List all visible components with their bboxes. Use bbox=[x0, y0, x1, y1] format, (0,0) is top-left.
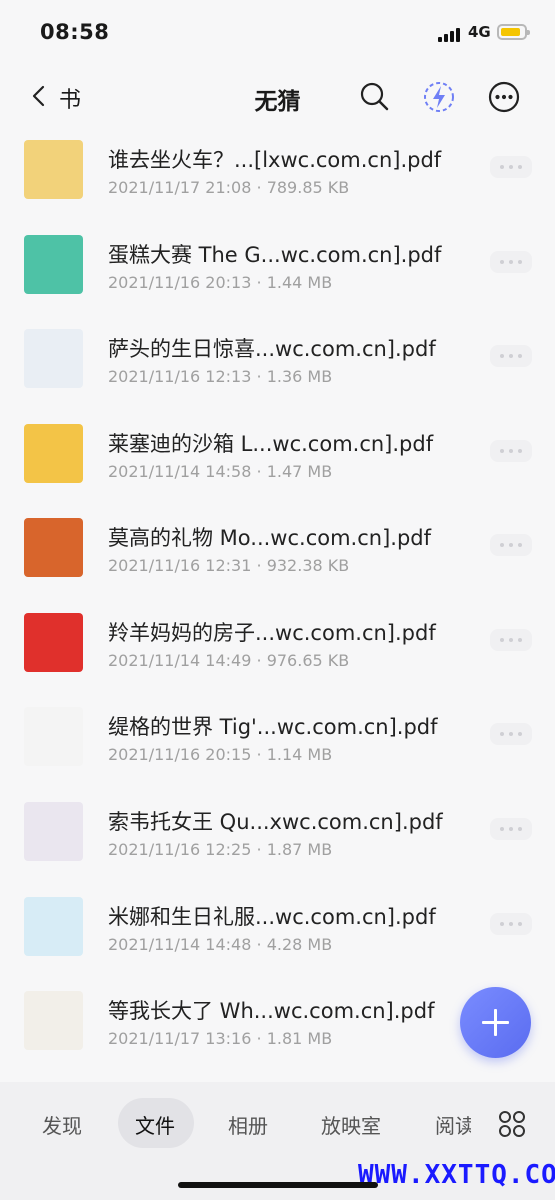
file-date: 2021/11/17 21:08 bbox=[108, 178, 252, 197]
file-name: 等我长大了 Wh...wc.com.cn].pdf bbox=[108, 999, 435, 1023]
file-meta: 2021/11/16 20:13 · 1.44 MB bbox=[108, 273, 332, 292]
file-name: 谁去坐火车？...[lxwc.com.cn].pdf bbox=[108, 148, 442, 172]
more-dots-icon[interactable] bbox=[490, 534, 532, 556]
file-thumbnail bbox=[24, 235, 83, 294]
file-name: 米娜和生日礼服...wc.com.cn].pdf bbox=[108, 905, 436, 929]
file-date: 2021/11/14 14:48 bbox=[108, 935, 252, 954]
tab-discover[interactable]: 发现 bbox=[42, 1110, 82, 1139]
list-item[interactable]: 萨头的生日惊喜...wc.com.cn].pdf 2021/11/16 12:1… bbox=[0, 323, 555, 417]
signal-icon bbox=[438, 26, 464, 42]
file-size: 789.85 KB bbox=[266, 178, 350, 197]
file-size: 4.28 MB bbox=[266, 935, 333, 954]
file-date: 2021/11/16 20:15 bbox=[108, 745, 252, 764]
meta-separator: · bbox=[251, 1029, 267, 1048]
file-size: 1.36 MB bbox=[266, 367, 333, 386]
tab-screening-room[interactable]: 放映室 bbox=[321, 1110, 381, 1139]
list-item[interactable]: 蛋糕大赛 The G...wc.com.cn].pdf 2021/11/16 2… bbox=[0, 229, 555, 323]
file-thumbnail bbox=[24, 802, 83, 861]
watermark: WWW.XXTTQ.COM bbox=[358, 1160, 555, 1190]
file-date: 2021/11/16 12:13 bbox=[108, 367, 252, 386]
network-type: 4G bbox=[468, 23, 491, 41]
file-size: 932.38 KB bbox=[266, 556, 350, 575]
status-time: 08:58 bbox=[40, 20, 110, 44]
list-item[interactable]: 莫高的礼物 Mo...wc.com.cn].pdf 2021/11/16 12:… bbox=[0, 512, 555, 606]
file-thumbnail bbox=[24, 140, 83, 199]
file-date: 2021/11/14 14:58 bbox=[108, 462, 252, 481]
add-button[interactable] bbox=[460, 987, 531, 1058]
file-thumbnail bbox=[24, 707, 83, 766]
more-dots-icon[interactable] bbox=[490, 629, 532, 651]
file-thumbnail bbox=[24, 518, 83, 577]
file-size: 1.87 MB bbox=[266, 840, 333, 859]
file-date: 2021/11/16 20:13 bbox=[108, 273, 252, 292]
meta-separator: · bbox=[251, 367, 267, 386]
list-item[interactable]: 缇格的世界 Tig'...wc.com.cn].pdf 2021/11/16 2… bbox=[0, 701, 555, 795]
file-meta: 2021/11/17 13:16 · 1.81 MB bbox=[108, 1029, 332, 1048]
meta-separator: · bbox=[251, 935, 267, 954]
tab-album[interactable]: 相册 bbox=[228, 1110, 268, 1139]
file-thumbnail bbox=[24, 424, 83, 483]
file-meta: 2021/11/17 21:08 · 789.85 KB bbox=[108, 178, 349, 197]
file-date: 2021/11/16 12:31 bbox=[108, 556, 252, 575]
file-meta: 2021/11/14 14:49 · 976.65 KB bbox=[108, 651, 349, 670]
home-indicator[interactable] bbox=[178, 1182, 378, 1188]
more-dots-icon[interactable] bbox=[490, 345, 532, 367]
file-name: 莱塞迪的沙箱 L...wc.com.cn].pdf bbox=[108, 432, 434, 456]
more-dots-icon[interactable] bbox=[490, 440, 532, 462]
list-item[interactable]: 米娜和生日礼服...wc.com.cn].pdf 2021/11/14 14:4… bbox=[0, 891, 555, 985]
meta-separator: · bbox=[251, 840, 267, 859]
file-meta: 2021/11/16 12:31 · 932.38 KB bbox=[108, 556, 349, 575]
file-meta: 2021/11/14 14:58 · 1.47 MB bbox=[108, 462, 332, 481]
more-dots-icon[interactable] bbox=[490, 156, 532, 178]
meta-separator: · bbox=[251, 273, 267, 292]
tab-reading[interactable]: 阅读 bbox=[435, 1110, 471, 1139]
file-date: 2021/11/17 13:16 bbox=[108, 1029, 252, 1048]
flash-icon[interactable] bbox=[422, 80, 456, 114]
battery-icon bbox=[497, 24, 530, 40]
more-dots-icon[interactable] bbox=[490, 818, 532, 840]
more-dots-icon[interactable] bbox=[490, 251, 532, 273]
page-title: 无猜 bbox=[254, 89, 301, 115]
list-item[interactable]: 莱塞迪的沙箱 L...wc.com.cn].pdf 2021/11/14 14:… bbox=[0, 418, 555, 512]
file-name: 萨头的生日惊喜...wc.com.cn].pdf bbox=[108, 337, 436, 361]
file-thumbnail bbox=[24, 329, 83, 388]
grid-icon[interactable] bbox=[498, 1110, 526, 1138]
file-meta: 2021/11/16 12:25 · 1.87 MB bbox=[108, 840, 332, 859]
search-icon[interactable] bbox=[358, 80, 392, 114]
file-size: 1.47 MB bbox=[266, 462, 333, 481]
meta-separator: · bbox=[251, 178, 267, 197]
file-size: 1.81 MB bbox=[266, 1029, 333, 1048]
file-date: 2021/11/16 12:25 bbox=[108, 840, 252, 859]
meta-separator: · bbox=[251, 745, 267, 764]
file-date: 2021/11/14 14:49 bbox=[108, 651, 252, 670]
meta-separator: · bbox=[251, 556, 267, 575]
file-meta: 2021/11/16 20:15 · 1.14 MB bbox=[108, 745, 332, 764]
file-meta: 2021/11/16 12:13 · 1.36 MB bbox=[108, 367, 332, 386]
file-meta: 2021/11/14 14:48 · 4.28 MB bbox=[108, 935, 332, 954]
tab-files[interactable]: 文件 bbox=[135, 1110, 175, 1139]
file-size: 976.65 KB bbox=[266, 651, 350, 670]
file-size: 1.14 MB bbox=[266, 745, 333, 764]
more-dots-icon[interactable] bbox=[490, 723, 532, 745]
file-name: 索韦托女王 Qu...xwc.com.cn].pdf bbox=[108, 810, 443, 834]
file-thumbnail bbox=[24, 897, 83, 956]
file-thumbnail bbox=[24, 991, 83, 1050]
file-size: 1.44 MB bbox=[266, 273, 333, 292]
list-item[interactable]: 羚羊妈妈的房子...wc.com.cn].pdf 2021/11/14 14:4… bbox=[0, 607, 555, 701]
meta-separator: · bbox=[251, 651, 267, 670]
status-bar: 08:58 4G bbox=[0, 0, 555, 62]
file-name: 羚羊妈妈的房子...wc.com.cn].pdf bbox=[108, 621, 436, 645]
file-name: 莫高的礼物 Mo...wc.com.cn].pdf bbox=[108, 526, 431, 550]
meta-separator: · bbox=[251, 462, 267, 481]
file-name: 蛋糕大赛 The G...wc.com.cn].pdf bbox=[108, 243, 442, 267]
file-name: 缇格的世界 Tig'...wc.com.cn].pdf bbox=[108, 715, 438, 739]
list-item[interactable]: 谁去坐火车？...[lxwc.com.cn].pdf 2021/11/17 21… bbox=[0, 134, 555, 228]
list-item[interactable]: 索韦托女王 Qu...xwc.com.cn].pdf 2021/11/16 12… bbox=[0, 796, 555, 890]
nav-bar: 书 无猜 bbox=[0, 62, 555, 134]
more-dots-icon[interactable] bbox=[490, 913, 532, 935]
file-thumbnail bbox=[24, 613, 83, 672]
more-circle-icon[interactable] bbox=[487, 80, 521, 114]
